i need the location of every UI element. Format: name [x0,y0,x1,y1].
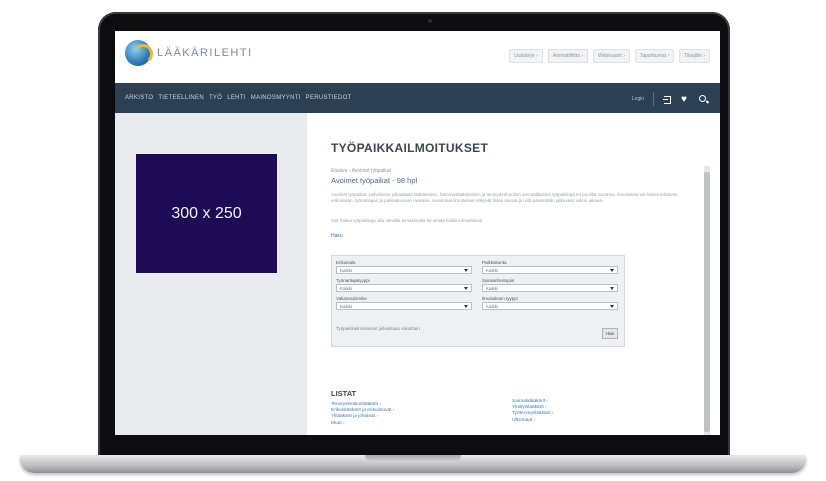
top-nav-item[interactable]: Tilaajille › [679,49,710,63]
filter-select-location[interactable]: Kaikki [482,266,618,274]
dropdown-arrow-icon [610,287,614,290]
filter-select-employer-type[interactable]: Kaikki [336,284,472,292]
top-nav-item[interactable]: Webinaarit › [593,49,630,63]
page-subheading: Avoimet työpaikat - 98 hpl [331,176,418,185]
list-link[interactable]: Työterveyslääkärit › [512,411,554,417]
instructions-paragraph: Voit hakea työpaikkoja alla olevalla lom… [331,218,484,223]
dropdown-arrow-icon [610,305,614,308]
filter-label: Sairaanhoitopiiri [482,278,515,283]
form-note: Työpaikkailmoitukset julkaistaan viikoit… [336,326,420,331]
filter-label: Ilmoituksen tyyppi [482,296,518,301]
top-nav: Uutiskirje › Ammattiliitto › Webinaarit … [509,49,710,63]
left-sidebar: 300 x 250 [115,113,307,435]
list-links-left: Terveyskeskuslääkärit › Erikoislääkärit … [331,402,394,427]
top-nav-item[interactable]: Tapahtumat › [634,49,675,63]
filter-label: Vakanssinimike [336,296,367,301]
breadcrumb[interactable]: Etusivu › Avoimet työpaikat [331,168,391,174]
main-nav-item[interactable]: TIETEELLINEN [158,95,204,101]
logo-mark-icon [125,40,153,66]
main-content: TYÖPAIKKAILMOITUKSET Etusivu › Avoimet t… [307,113,720,435]
dropdown-arrow-icon [464,287,468,290]
intro-paragraph: Avoimet työpaikat -palvelussa julkaistaa… [331,192,679,203]
main-nav-item[interactable]: PERUSTIEDOT [306,95,352,101]
top-nav-item[interactable]: Ammattiliitto › [547,49,588,63]
filter-select-ad-type[interactable]: Kaikki [482,302,618,310]
search-form: Erikoisala Kaikki Paikkakunta Kaikki Työ… [331,255,625,347]
dropdown-arrow-icon [464,305,468,308]
filter-label: Paikkakunta [482,260,507,265]
top-nav-item[interactable]: Uutiskirje › [509,49,543,63]
login-icon[interactable] [663,95,672,104]
ad-placeholder[interactable]: 300 x 250 [136,154,277,273]
main-nav-bar: ARKISTO TIETEELLINEN TYÖ LEHTI MAINOSMYY… [115,83,720,113]
login-link[interactable]: Login [632,96,644,102]
main-nav-item[interactable]: MAINOSMYYNTI [251,95,301,101]
nav-actions: Login ♥ [632,92,708,106]
list-link[interactable]: Muut › [331,421,394,427]
filter-label: Erikoisala [336,260,356,265]
dropdown-arrow-icon [610,269,614,272]
filter-select-district[interactable]: Kaikki [482,284,618,292]
page-title: TYÖPAIKKAILMOITUKSET [331,141,489,155]
main-nav: ARKISTO TIETEELLINEN TYÖ LEHTI MAINOSMYY… [125,95,352,101]
filter-label: Työnantajatyyppi [336,278,370,283]
nav-divider [653,92,654,106]
list-link[interactable]: Ulkomaat › [512,418,554,424]
list-links-right: Sairaalalääkärit › Yksityislääkärit › Ty… [512,399,554,424]
main-nav-item[interactable]: ARKISTO [125,95,153,101]
search-icon[interactable] [699,94,708,104]
camera-dot [428,19,432,23]
lists-heading: LISTAT [331,389,357,398]
filter-select-specialty[interactable]: Kaikki [336,266,472,274]
filter-select-title[interactable]: Kaikki [336,302,472,310]
main-nav-item[interactable]: LEHTI [227,95,246,101]
site-logo[interactable]: LÄÄKÄRILEHTI [125,40,253,66]
logo-text: LÄÄKÄRILEHTI [157,47,253,59]
main-nav-item[interactable]: TYÖ [209,95,222,101]
search-button[interactable]: Hae [602,328,618,339]
laptop-screen: LÄÄKÄRILEHTI Uutiskirje › Ammattiliitto … [115,31,720,435]
heart-icon[interactable]: ♥ [681,94,690,104]
scrollbar-thumb[interactable] [704,172,710,432]
laptop-notch [365,455,461,462]
site-header: LÄÄKÄRILEHTI Uutiskirje › Ammattiliitto … [115,31,720,83]
ad-size-label: 300 x 250 [171,204,242,222]
search-link[interactable]: Haku [331,233,343,239]
scrollbar[interactable] [704,166,710,435]
dropdown-arrow-icon [464,269,468,272]
